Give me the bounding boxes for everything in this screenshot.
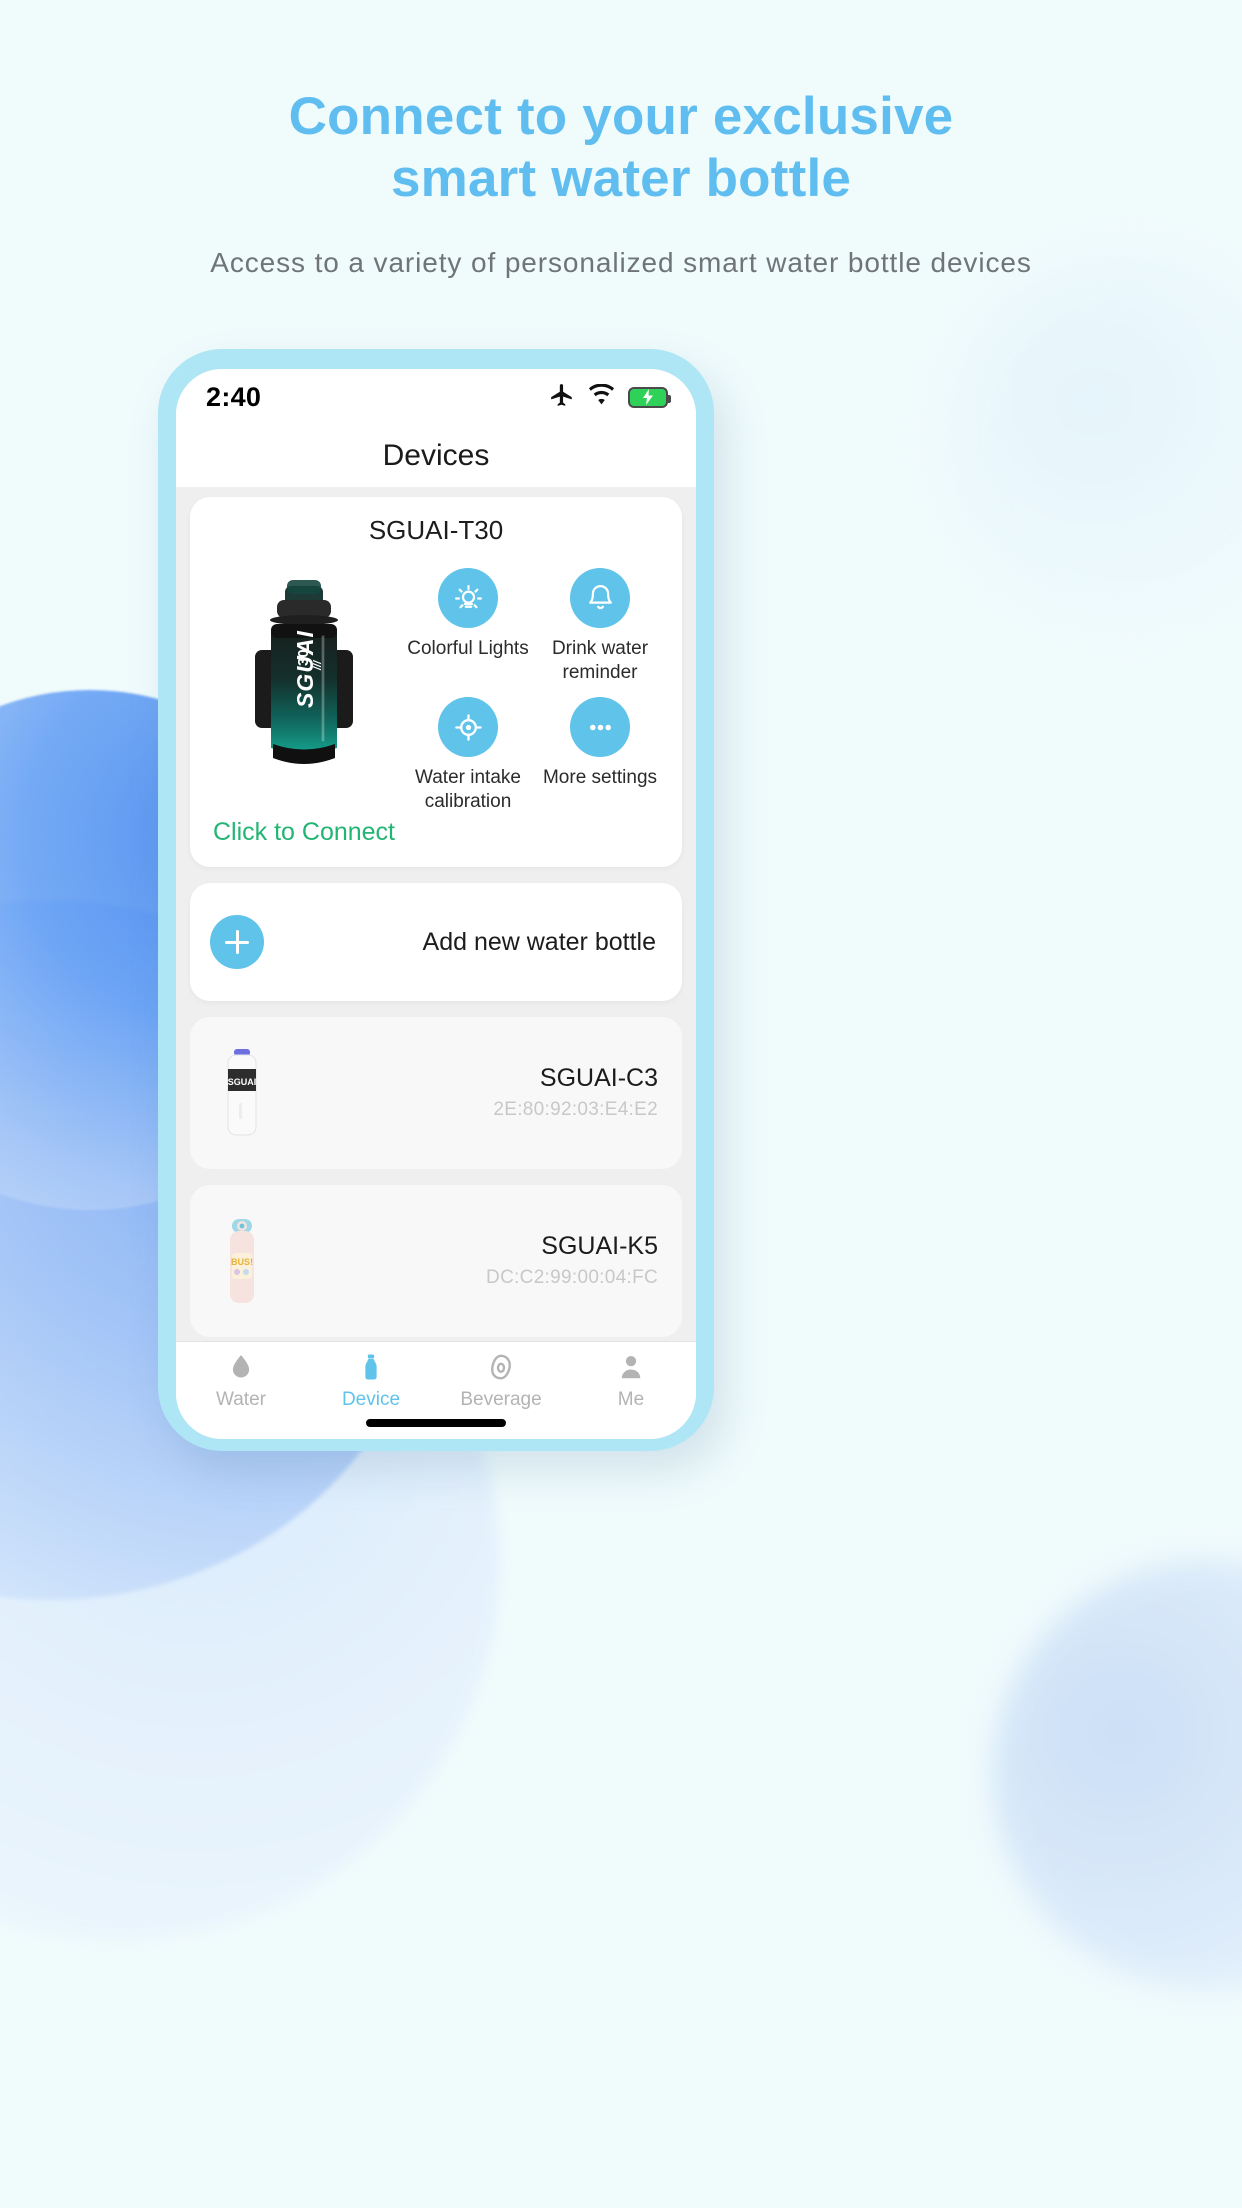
add-new-water-bottle-row[interactable]: Add new water bottle <box>190 883 682 1001</box>
bottle-icon <box>365 1354 377 1380</box>
tab-water[interactable]: Water <box>176 1352 306 1439</box>
device-mac-address: 2E:80:92:03:E4:E2 <box>493 1099 658 1120</box>
feature-more-settings[interactable]: More settings <box>534 697 666 814</box>
feature-drink-water-reminder[interactable]: Drink water reminder <box>534 568 666 685</box>
device-list-item-text: SGUAI-C3 2E:80:92:03:E4:E2 <box>272 1061 658 1125</box>
device-list-item-sguai-c3[interactable]: SGUAI SGUAI-C3 2E:80:92:03:E4:E2 <box>190 1017 682 1169</box>
page-title: Connect to your exclusive smart water bo… <box>0 86 1242 210</box>
background-blob-right <box>992 1560 1242 1990</box>
page-title-line-2: smart water bottle <box>390 149 852 208</box>
tab-me[interactable]: Me <box>566 1352 696 1439</box>
click-to-connect-button[interactable]: Click to Connect <box>213 818 395 847</box>
feature-label: Colorful Lights <box>407 638 529 659</box>
navbar-title: Devices <box>382 439 490 472</box>
primary-device-body: SGUAI 30 /// Click to Connect Colorful L… <box>206 558 666 847</box>
battery-charging-icon <box>628 386 671 408</box>
feature-water-intake-calibration[interactable]: Water intake calibration <box>402 697 534 814</box>
beverage-icon <box>491 1354 511 1380</box>
ellipsis-icon <box>570 697 630 757</box>
hero-text-block: Connect to your exclusive smart water bo… <box>0 86 1242 282</box>
status-bar: 2:40 <box>176 369 696 425</box>
primary-device-image-column: SGUAI 30 /// Click to Connect <box>206 558 402 847</box>
home-indicator <box>366 1419 506 1427</box>
add-new-water-bottle-label: Add new water bottle <box>422 927 656 956</box>
app-navbar: Devices <box>176 425 696 487</box>
water-drop-icon <box>232 1355 250 1378</box>
target-icon <box>438 697 498 757</box>
bell-icon <box>570 568 630 628</box>
background-blob-top-right <box>942 250 1242 630</box>
primary-device-name: SGUAI-T30 <box>368 515 504 545</box>
device-mac-address: DC:C2:99:00:04:FC <box>486 1267 658 1288</box>
pink-bottle-thumb-icon: BUS! <box>212 1215 272 1307</box>
tab-label: Me <box>617 1389 645 1410</box>
feature-label: Water intake calibration <box>415 767 521 812</box>
device-list-item-sguai-k5[interactable]: BUS! SGUAI-K5 DC:C2:99:00:04:FC <box>190 1185 682 1337</box>
svg-text:SGUAI: SGUAI <box>228 1077 257 1087</box>
device-name: SGUAI-C3 <box>539 1064 658 1092</box>
plus-icon[interactable] <box>210 915 264 969</box>
device-name: SGUAI-K5 <box>541 1232 658 1260</box>
device-list-item-text: SGUAI-K5 DC:C2:99:00:04:FC <box>272 1229 658 1293</box>
device-feature-grid: Colorful Lights Drink water reminder Wat… <box>402 558 666 814</box>
tab-label: Water <box>216 1389 266 1410</box>
status-bar-clock: 2:40 <box>206 381 262 412</box>
feature-colorful-lights[interactable]: Colorful Lights <box>402 568 534 685</box>
phone-screen: 2:40 Devices SGUAI-T30 SGUAI 30 /// Clic… <box>176 369 696 1439</box>
feature-label: More settings <box>542 767 658 788</box>
page-subtitle: Access to a variety of personalized smar… <box>210 247 1032 278</box>
lightbulb-icon <box>438 568 498 628</box>
person-icon <box>621 1356 641 1379</box>
page-title-line-1: Connect to your exclusive <box>288 87 954 146</box>
status-bar-icons <box>549 382 671 413</box>
tab-label: Device <box>341 1389 401 1410</box>
sguai-t30-bottle-image: SGUAI 30 /// <box>229 558 379 808</box>
phone-mockup: 2:40 Devices SGUAI-T30 SGUAI 30 /// Clic… <box>158 349 714 1451</box>
tab-label: Beverage <box>460 1389 542 1410</box>
devices-scroll-area[interactable]: SGUAI-T30 SGUAI 30 /// Click to Connect … <box>176 487 696 1341</box>
airplane-mode-icon <box>549 382 575 413</box>
wifi-icon <box>588 383 615 411</box>
white-bottle-thumb-icon: SGUAI <box>212 1047 272 1139</box>
svg-text:30: 30 <box>295 649 312 666</box>
feature-label: Drink water reminder <box>551 638 649 683</box>
svg-text:BUS!: BUS! <box>231 1257 253 1267</box>
primary-device-card[interactable]: SGUAI-T30 SGUAI 30 /// Click to Connect … <box>190 497 682 867</box>
